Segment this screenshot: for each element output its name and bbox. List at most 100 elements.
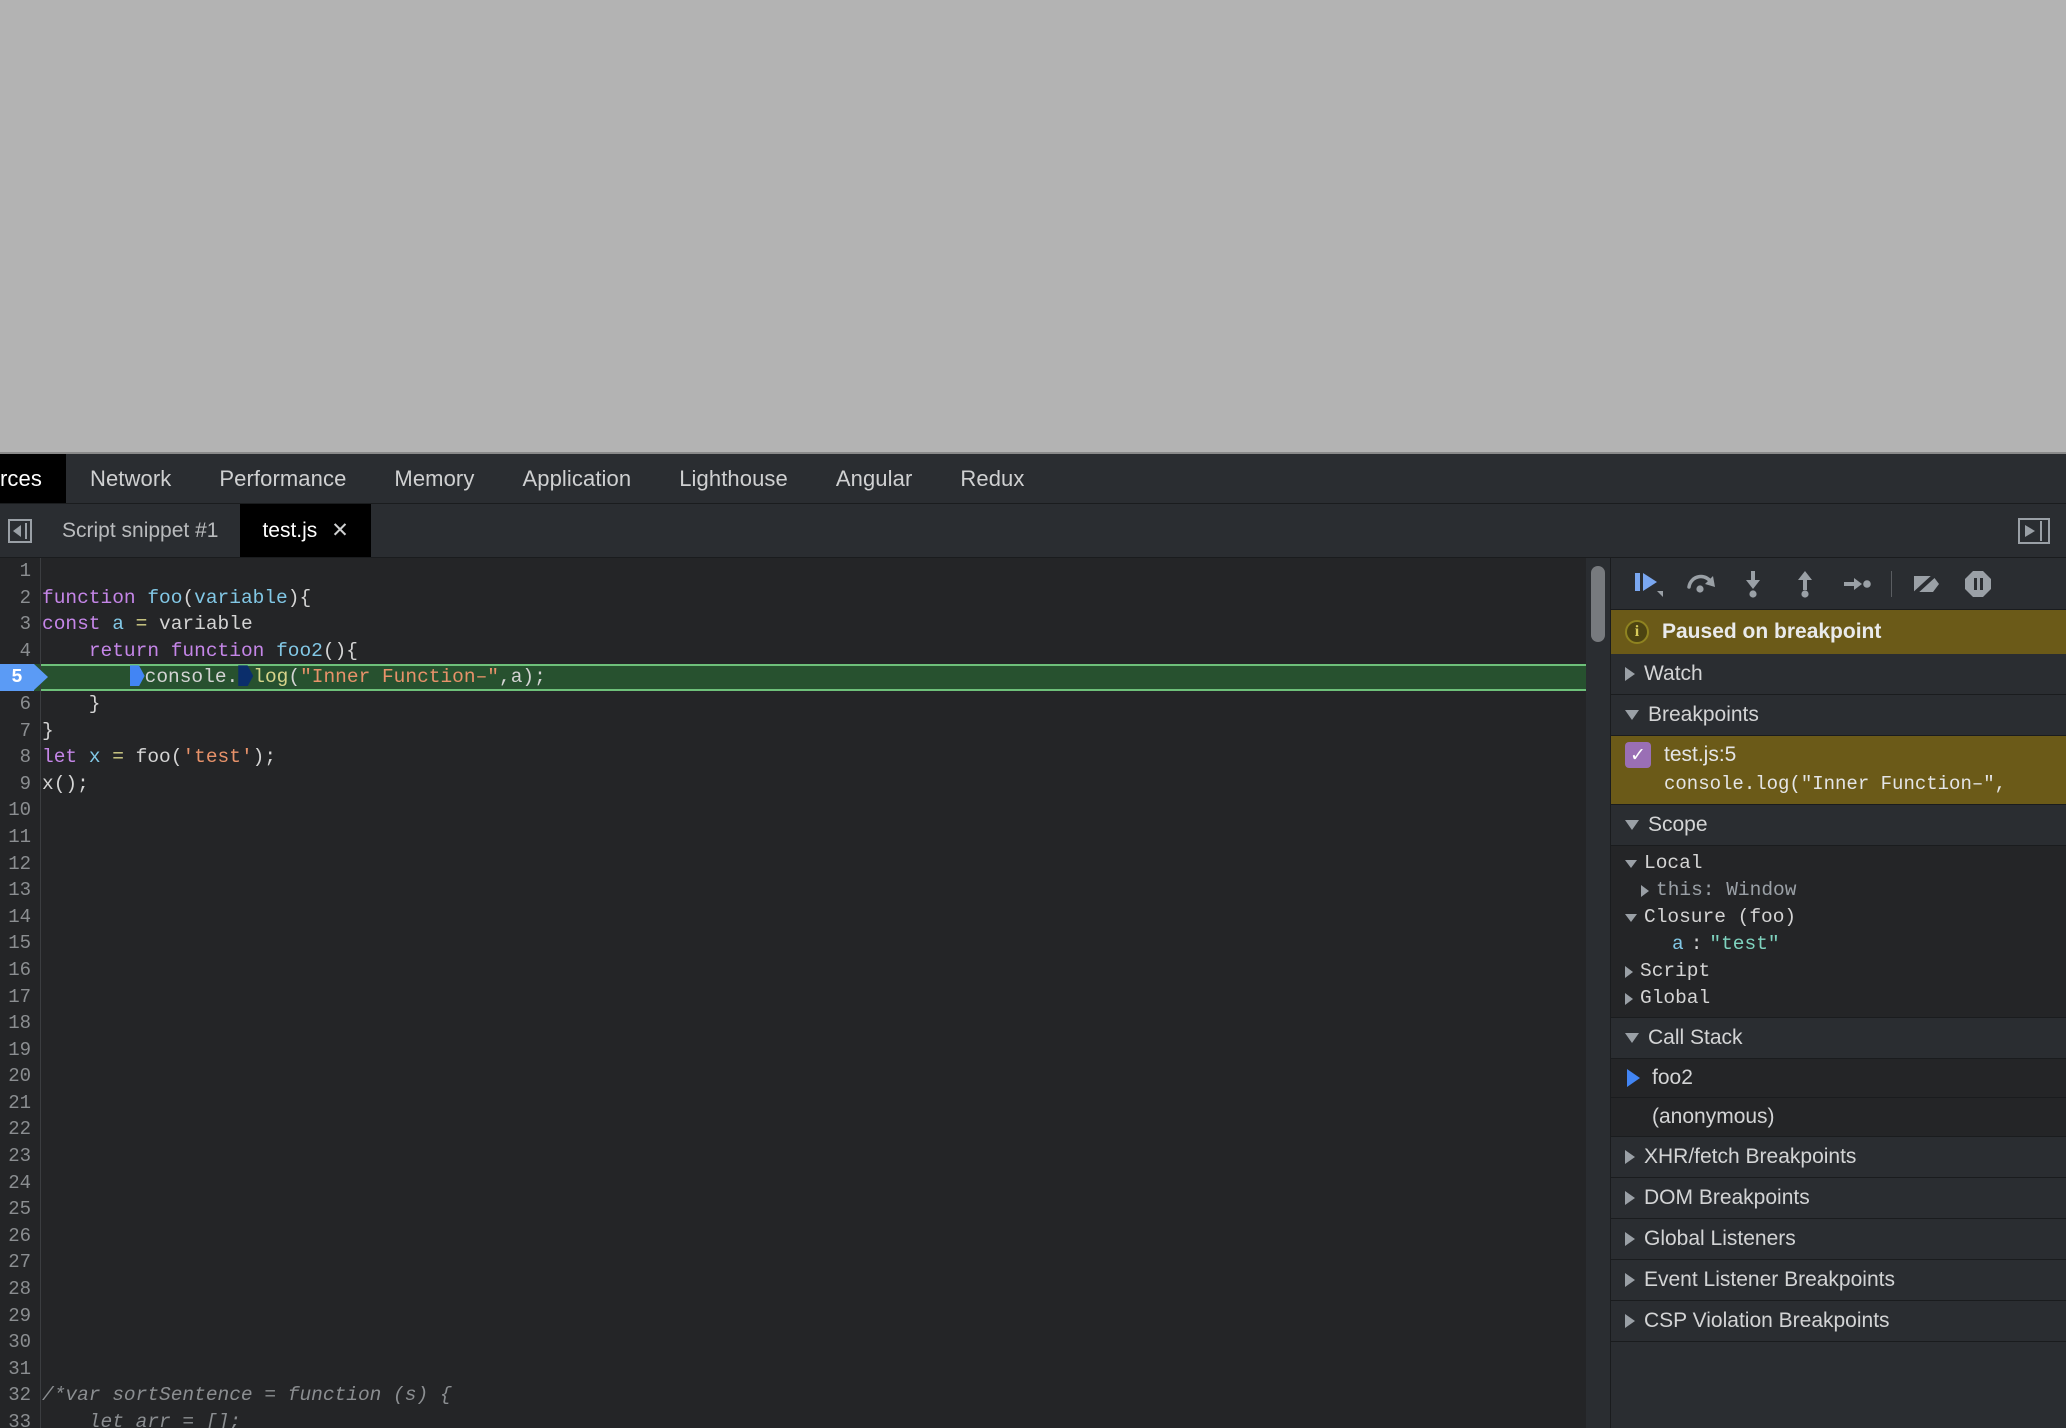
deactivate-breakpoints-button[interactable]: [1900, 564, 1952, 604]
section-scope[interactable]: Scope: [1611, 805, 2066, 846]
tab-network[interactable]: Network: [66, 454, 195, 503]
breakpoint-enabled-checkbox[interactable]: ✓: [1625, 742, 1651, 768]
close-icon[interactable]: ✕: [331, 520, 349, 541]
line-number[interactable]: 33: [0, 1409, 40, 1428]
code-line-current[interactable]: 5 console. log("Inner Function–",a);: [0, 664, 1610, 691]
code-line[interactable]: 11: [0, 823, 1610, 851]
code-line[interactable]: 1: [0, 558, 1610, 585]
line-number[interactable]: 14: [0, 903, 40, 931]
step-over-button[interactable]: [1675, 564, 1727, 604]
code-line[interactable]: 27: [0, 1249, 1610, 1277]
code-line[interactable]: 7}: [0, 717, 1610, 745]
breakpoint-list-item[interactable]: ✓ test.js:5 console.log("Inner Function–…: [1611, 736, 2066, 805]
code-line[interactable]: 6 }: [0, 690, 1610, 718]
code-line[interactable]: 2 function foo(variable){: [0, 584, 1610, 612]
code-line[interactable]: 8 let x = foo('test');: [0, 744, 1610, 771]
section-dom-breakpoints[interactable]: DOM Breakpoints: [1611, 1178, 2066, 1219]
line-number[interactable]: 3: [0, 611, 40, 638]
section-event-listener-breakpoints[interactable]: Event Listener Breakpoints: [1611, 1260, 2066, 1301]
line-number[interactable]: 23: [0, 1143, 40, 1170]
line-number[interactable]: 15: [0, 930, 40, 957]
code-line[interactable]: 3 const a = variable: [0, 611, 1610, 638]
scope-row[interactable]: Script: [1611, 958, 2066, 985]
line-number[interactable]: 20: [0, 1063, 40, 1090]
line-number[interactable]: 4: [0, 637, 40, 665]
inline-breakpoint-marker-icon[interactable]: [238, 665, 254, 687]
line-number[interactable]: 27: [0, 1249, 40, 1277]
code-line[interactable]: 32/*var sortSentence = function (s) {: [0, 1382, 1610, 1409]
call-stack-frame[interactable]: (anonymous): [1611, 1098, 2066, 1137]
code-line[interactable]: 24: [0, 1169, 1610, 1197]
step-button[interactable]: [1831, 564, 1883, 604]
code-line[interactable]: 14: [0, 903, 1610, 931]
line-number[interactable]: 1: [0, 558, 40, 585]
code-line[interactable]: 9 x();: [0, 770, 1610, 798]
code-line[interactable]: 29: [0, 1302, 1610, 1330]
line-number[interactable]: 31: [0, 1355, 40, 1383]
line-number[interactable]: 30: [0, 1329, 40, 1356]
line-number[interactable]: 32: [0, 1382, 40, 1409]
scope-row[interactable]: a: "test": [1611, 931, 2066, 958]
collapse-navigator-button[interactable]: [0, 504, 40, 557]
code-line[interactable]: 20: [0, 1063, 1610, 1090]
line-number[interactable]: 13: [0, 877, 40, 904]
code-line[interactable]: 19: [0, 1036, 1610, 1064]
line-number[interactable]: 16: [0, 956, 40, 984]
tab-application[interactable]: Application: [498, 454, 655, 503]
code-line[interactable]: 4 return function foo2(){: [0, 637, 1610, 665]
code-line[interactable]: 31: [0, 1355, 1610, 1383]
line-number[interactable]: 6: [0, 690, 40, 718]
code-line[interactable]: 10: [0, 797, 1610, 824]
line-number[interactable]: 21: [0, 1089, 40, 1117]
inline-breakpoint-marker-icon[interactable]: [129, 665, 145, 687]
code-line[interactable]: 33 let arr = [];: [0, 1409, 1610, 1428]
tab-lighthouse[interactable]: Lighthouse: [655, 454, 812, 503]
code-line[interactable]: 25: [0, 1196, 1610, 1223]
file-tab-1[interactable]: test.js ✕: [240, 504, 371, 557]
show-navigator-button[interactable]: [2002, 504, 2066, 557]
section-call-stack[interactable]: Call Stack: [1611, 1018, 2066, 1059]
line-number[interactable]: 12: [0, 850, 40, 878]
resume-script-execution-button[interactable]: [1623, 564, 1675, 604]
line-number[interactable]: 2: [0, 584, 40, 612]
line-number[interactable]: 28: [0, 1276, 40, 1303]
editor-scrollbar-thumb[interactable]: [1591, 566, 1605, 642]
code-line[interactable]: 21: [0, 1089, 1610, 1117]
tab-redux[interactable]: Redux: [936, 454, 1048, 503]
line-number[interactable]: 10: [0, 797, 40, 824]
section-watch[interactable]: Watch: [1611, 654, 2066, 695]
code-line[interactable]: 26: [0, 1222, 1610, 1250]
call-stack-frame[interactable]: foo2: [1611, 1059, 2066, 1098]
line-number[interactable]: 24: [0, 1169, 40, 1197]
section-global-listeners[interactable]: Global Listeners: [1611, 1219, 2066, 1260]
code-line[interactable]: 28: [0, 1276, 1610, 1303]
editor-scrollbar[interactable]: [1586, 558, 1610, 1428]
step-into-button[interactable]: [1727, 564, 1779, 604]
chevron-down-icon[interactable]: [1625, 913, 1637, 922]
scope-row[interactable]: Global: [1611, 985, 2066, 1012]
line-number[interactable]: 22: [0, 1116, 40, 1144]
file-tab-0[interactable]: Script snippet #1: [40, 504, 240, 557]
tab-performance[interactable]: Performance: [195, 454, 370, 503]
line-number[interactable]: 9: [0, 770, 40, 798]
tab-memory[interactable]: Memory: [370, 454, 498, 503]
code-line[interactable]: 23: [0, 1143, 1610, 1170]
step-out-button[interactable]: [1779, 564, 1831, 604]
section-xhr-fetch-breakpoints[interactable]: XHR/fetch Breakpoints: [1611, 1137, 2066, 1178]
scope-row[interactable]: this: Window: [1611, 877, 2066, 904]
code-line[interactable]: 22: [0, 1116, 1610, 1144]
line-number[interactable]: 8: [0, 744, 40, 771]
section-csp-violation-breakpoints[interactable]: CSP Violation Breakpoints: [1611, 1301, 2066, 1342]
chevron-right-icon[interactable]: [1625, 992, 1633, 1005]
line-number[interactable]: 19: [0, 1036, 40, 1064]
scope-row[interactable]: Local: [1611, 850, 2066, 877]
line-number[interactable]: 18: [0, 1010, 40, 1037]
tab-angular[interactable]: Angular: [812, 454, 937, 503]
line-number[interactable]: 26: [0, 1222, 40, 1250]
code-line[interactable]: 12: [0, 850, 1610, 878]
section-breakpoints[interactable]: Breakpoints: [1611, 695, 2066, 736]
code-editor[interactable]: 1 2 function foo(variable){3 const a = vari…: [0, 558, 1610, 1428]
chevron-down-icon[interactable]: [1625, 859, 1637, 868]
pause-on-exceptions-button[interactable]: [1952, 564, 2004, 604]
scope-row[interactable]: Closure (foo): [1611, 904, 2066, 931]
